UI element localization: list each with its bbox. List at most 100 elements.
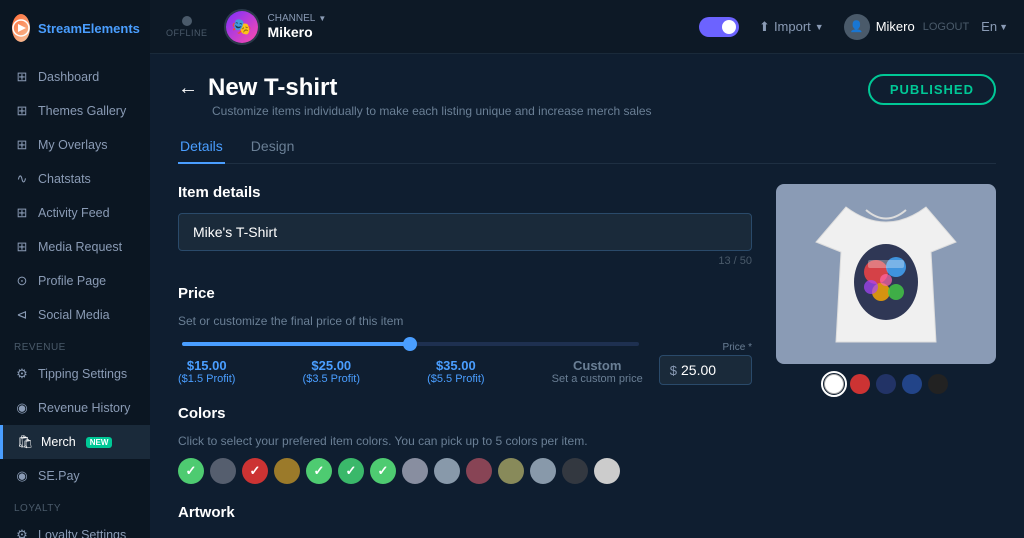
main-area: OFFLINE 🎭 CHANNEL ▼ Mikero ⬆ Import ▼ � (150, 0, 1024, 538)
sidebar-item-merch[interactable]: 🛍 Merch NEW (0, 425, 150, 459)
import-button[interactable]: ⬆ Import ▼ (751, 15, 832, 39)
page-header: ← New T-shirt Customize items individual… (178, 74, 996, 118)
topbar: OFFLINE 🎭 CHANNEL ▼ Mikero ⬆ Import ▼ � (150, 0, 1024, 54)
tab-details[interactable]: Details (178, 130, 225, 164)
price-option-25[interactable]: $25.00 ($3.5 Profit) (303, 358, 360, 385)
channel-chevron-icon: ▼ (318, 14, 326, 23)
logo-icon (12, 14, 30, 42)
topbar-user: 👤 Mikero LOGOUT (844, 14, 969, 40)
sidebar-item-label: Social Media (38, 308, 110, 322)
sidebar-item-my-overlays[interactable]: ⊞ My Overlays (0, 128, 150, 162)
offline-status: OFFLINE (166, 16, 208, 38)
item-name-input[interactable] (178, 213, 752, 251)
color-swatch-8[interactable] (434, 458, 460, 484)
preview-color-black[interactable] (928, 374, 948, 394)
language-selector[interactable]: En ▼ (981, 19, 1008, 34)
sidebar-item-tipping-settings[interactable]: ⚙ Tipping Settings (0, 357, 150, 391)
price-input[interactable] (681, 362, 741, 378)
color-swatch-11[interactable] (530, 458, 556, 484)
sidebar-item-label: Dashboard (38, 70, 99, 84)
revenue-icon: ◉ (14, 400, 30, 416)
color-swatch-4[interactable] (306, 458, 332, 484)
color-swatch-0[interactable] (178, 458, 204, 484)
sidebar-item-loyalty-settings[interactable]: ⚙ Loyalty Settings (0, 518, 150, 538)
sidebar-item-profile-page[interactable]: ⊙ Profile Page (0, 264, 150, 298)
channel-avatar-inner: 🎭 (226, 11, 258, 43)
currency-symbol: $ (670, 363, 677, 378)
sidebar-item-se-pay[interactable]: ◉ SE.Pay (0, 459, 150, 493)
merch-badge: NEW (86, 437, 113, 448)
chatstats-icon: ∿ (14, 171, 30, 187)
colors-title: Colors (178, 405, 752, 422)
preview-colors (776, 374, 996, 394)
price-option-15[interactable]: $15.00 ($1.5 Profit) (178, 358, 235, 385)
channel-label-top: CHANNEL ▼ (268, 13, 327, 24)
topbar-toggle[interactable] (699, 17, 739, 37)
price-profit: ($5.5 Profit) (427, 373, 484, 385)
preview-color-white[interactable] (824, 374, 844, 394)
price-amount: $15.00 (187, 358, 227, 373)
preview-color-blue[interactable] (902, 374, 922, 394)
tipping-icon: ⚙ (14, 366, 30, 382)
sidebar-item-chatstats[interactable]: ∿ Chatstats (0, 162, 150, 196)
price-amount: $25.00 (311, 358, 351, 373)
sidebar-item-dashboard[interactable]: ⊞ Dashboard (0, 60, 150, 94)
two-col-layout: Item details 13 / 50 Price Set or custom… (178, 184, 996, 533)
price-slider[interactable] (178, 342, 643, 346)
offline-dot (182, 16, 192, 26)
colors-subtitle: Click to select your prefered item color… (178, 434, 752, 448)
activity-feed-icon: ⊞ (14, 205, 30, 221)
sidebar-item-revenue-history[interactable]: ◉ Revenue History (0, 391, 150, 425)
logout-button[interactable]: LOGOUT (923, 21, 969, 33)
loyalty-section-title: Loyalty (0, 493, 150, 518)
color-swatch-13[interactable] (594, 458, 620, 484)
sidebar-item-media-request[interactable]: ⊞ Media Request (0, 230, 150, 264)
sidebar-nav: ⊞ Dashboard ⊞ Themes Gallery ⊞ My Overla… (0, 56, 150, 538)
channel-info: 🎭 CHANNEL ▼ Mikero (224, 9, 327, 45)
published-button[interactable]: PUBLISHED (868, 74, 996, 105)
channel-name: Mikero (268, 24, 327, 40)
tshirt-svg (796, 192, 976, 357)
price-option-35[interactable]: $35.00 ($5.5 Profit) (427, 358, 484, 385)
merch-icon: 🛍 (17, 434, 33, 450)
sidebar-item-activity-feed[interactable]: ⊞ Activity Feed (0, 196, 150, 230)
tab-design[interactable]: Design (249, 130, 297, 164)
color-swatch-2[interactable] (242, 458, 268, 484)
loyalty-icon: ⚙ (14, 527, 30, 538)
sidebar-item-themes-gallery[interactable]: ⊞ Themes Gallery (0, 94, 150, 128)
page-subtitle: Customize items individually to make eac… (212, 104, 652, 118)
price-title: Price (178, 285, 752, 302)
left-column: Item details 13 / 50 Price Set or custom… (178, 184, 752, 533)
page-title: ← New T-shirt (178, 74, 652, 102)
logo-text: StreamElements (38, 21, 140, 36)
sidebar-item-social-media[interactable]: ⊲ Social Media (0, 298, 150, 332)
color-swatch-10[interactable] (498, 458, 524, 484)
back-button[interactable]: ← (178, 77, 198, 100)
sidebar-item-label: Activity Feed (38, 206, 110, 220)
import-icon: ⬆ (759, 19, 770, 35)
color-swatch-12[interactable] (562, 458, 588, 484)
price-option-custom[interactable]: Custom Set a custom price (552, 358, 643, 385)
sidebar-item-label: Themes Gallery (38, 104, 126, 118)
color-swatch-1[interactable] (210, 458, 236, 484)
preview-color-red[interactable] (850, 374, 870, 394)
custom-label: Custom (573, 358, 621, 373)
colors-section: Colors Click to select your prefered ite… (178, 405, 752, 484)
price-input-box: $ (659, 355, 752, 385)
color-swatch-9[interactable] (466, 458, 492, 484)
sidebar-item-label: Media Request (38, 240, 122, 254)
price-options: $15.00 ($1.5 Profit) $25.00 ($3.5 Profit… (178, 358, 643, 385)
preview-color-navy[interactable] (876, 374, 896, 394)
color-swatch-3[interactable] (274, 458, 300, 484)
sidebar-item-label: Chatstats (38, 172, 91, 186)
color-swatch-7[interactable] (402, 458, 428, 484)
color-swatch-5[interactable] (338, 458, 364, 484)
slider-thumb[interactable] (403, 337, 417, 351)
price-input-area: Price * $ (659, 342, 752, 385)
revenue-section-title: Revenue (0, 332, 150, 357)
overlays-icon: ⊞ (14, 137, 30, 153)
price-field-label: Price * (723, 342, 752, 353)
color-swatch-6[interactable] (370, 458, 396, 484)
tshirt-preview (776, 184, 996, 364)
dashboard-icon: ⊞ (14, 69, 30, 85)
